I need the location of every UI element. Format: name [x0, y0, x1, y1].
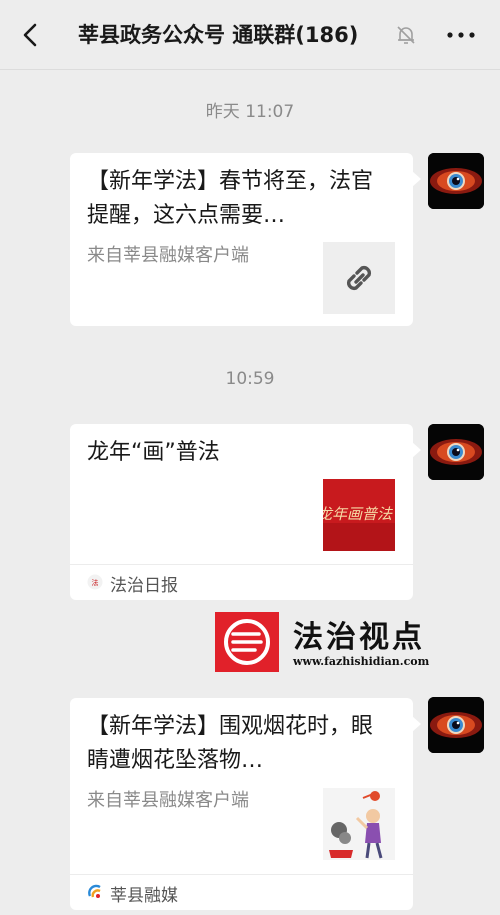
- watermark-logo: 法治视点 www.fazhishidian.com: [215, 612, 430, 672]
- article-card[interactable]: 【新年学法】春节将至，法官提醒，这六点需要… 来自莘县融媒客户端: [70, 153, 421, 326]
- article-title: 龙年“画”普法: [87, 440, 220, 465]
- link-icon: [323, 242, 395, 314]
- publisher-logo-icon: [87, 884, 103, 900]
- article-thumbnail: 龙年画普法: [323, 479, 395, 551]
- sender-avatar[interactable]: [428, 697, 484, 753]
- watermark-text: 法治视点: [293, 620, 425, 655]
- back-arrow-icon[interactable]: [16, 20, 46, 50]
- chat-title: 莘县政务公众号 通联群(186): [78, 23, 359, 47]
- article-title: 【新年学法】春节将至，法官提醒，这六点需要…: [87, 169, 374, 228]
- message-timestamp: 10:59: [225, 369, 275, 389]
- article-card[interactable]: 【新年学法】围观烟花时，眼睛遭烟花坠落物… 来自莘县融媒客户端 莘县融媒: [70, 698, 421, 910]
- article-source: 来自莘县融媒客户端: [87, 245, 249, 266]
- publisher-name: 法治日报: [110, 576, 178, 596]
- bell-muted-icon: [395, 24, 417, 46]
- message-timestamp: 昨天 11:07: [205, 102, 295, 122]
- watermark-url: www.fazhishidian.com: [293, 655, 430, 668]
- watermark-emblem-icon: [215, 612, 279, 672]
- chat-header: 莘县政务公众号 通联群(186): [0, 0, 500, 70]
- article-card[interactable]: 龙年“画”普法 龙年画普法 法 法治日报: [70, 424, 421, 600]
- thumbnail-text: 龙年画普法: [323, 505, 393, 523]
- article-footer: 莘县融媒: [70, 874, 413, 910]
- publisher-name: 莘县融媒: [110, 886, 178, 906]
- sender-avatar[interactable]: [428, 153, 484, 209]
- article-source: 来自莘县融媒客户端: [87, 790, 249, 811]
- more-icon[interactable]: [445, 22, 477, 48]
- article-thumbnail: [323, 788, 395, 860]
- publisher-logo-icon: 法: [87, 574, 103, 590]
- article-footer: 法 法治日报: [70, 564, 413, 600]
- svg-text:法: 法: [92, 578, 99, 587]
- article-title: 【新年学法】围观烟花时，眼睛遭烟花坠落物…: [87, 714, 374, 773]
- sender-avatar[interactable]: [428, 424, 484, 480]
